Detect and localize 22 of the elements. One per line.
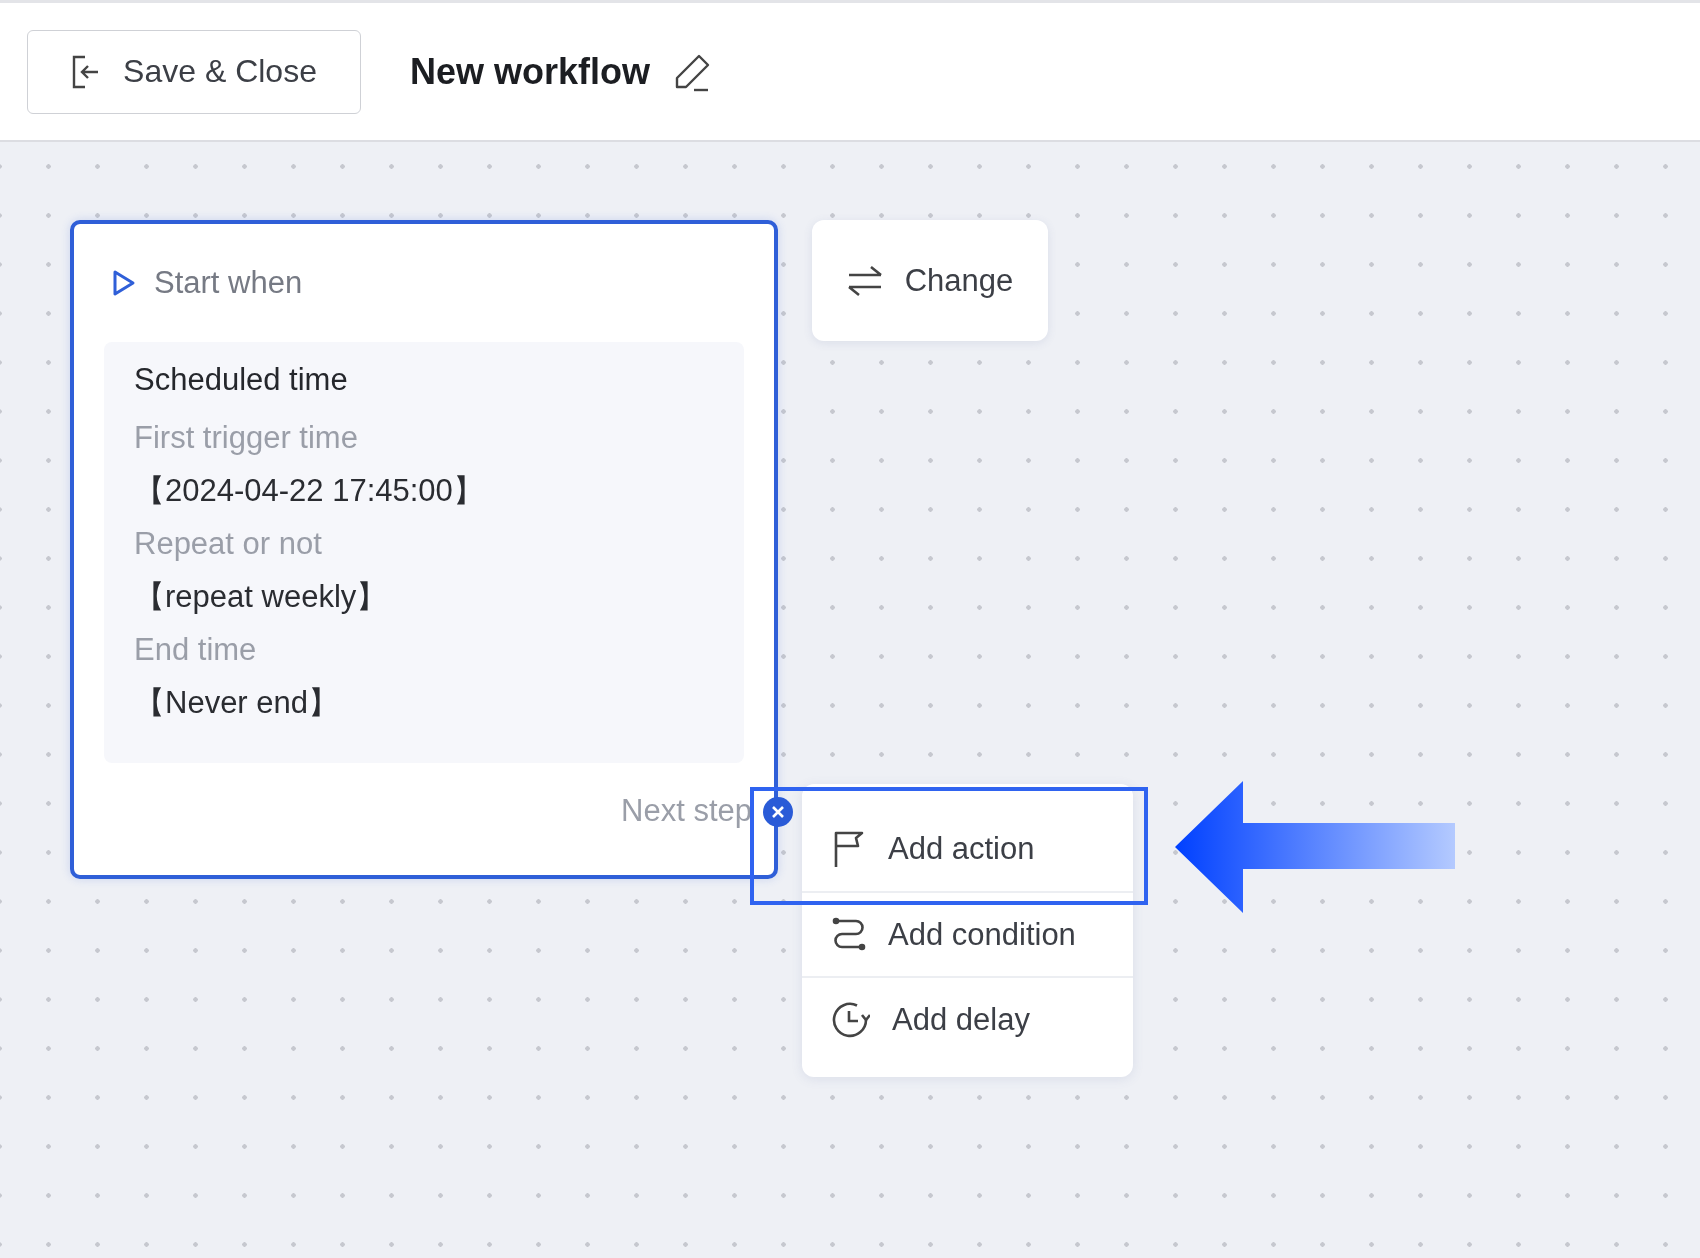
field-value: 【2024-04-22 17:45:00】 — [134, 472, 485, 510]
clock-icon — [832, 1000, 870, 1039]
play-icon — [112, 269, 136, 297]
field-label: First trigger time — [134, 420, 359, 456]
trigger-card[interactable]: Start when Scheduled time First trigger time 【2024-04-22 17:45:00】 Repeat or not 【repeat weekly】 End time 【Never end】 Next step — [70, 220, 778, 879]
workflow-title: New workflow — [410, 50, 651, 93]
menu-item[interactable]: Add action — [802, 806, 1133, 891]
next-step-label: Next step — [621, 793, 752, 829]
menu-item[interactable]: Add condition — [802, 891, 1133, 976]
flag-icon — [832, 829, 866, 868]
field-label: Repeat or not — [134, 526, 323, 562]
change-button[interactable]: Change — [812, 220, 1048, 341]
field-value: 【Never end】 — [134, 684, 341, 722]
close-icon[interactable] — [762, 796, 794, 828]
trigger-title: Scheduled time — [134, 362, 349, 398]
branch-icon — [832, 916, 866, 953]
card-heading: Start when — [154, 265, 303, 301]
field-label: End time — [134, 632, 258, 668]
swap-arrows-icon — [846, 263, 883, 298]
field-value: 【repeat weekly】 — [134, 578, 389, 616]
save-close-button[interactable]: Save & Close — [27, 29, 361, 114]
menu-item[interactable]: Add delay — [802, 976, 1133, 1061]
